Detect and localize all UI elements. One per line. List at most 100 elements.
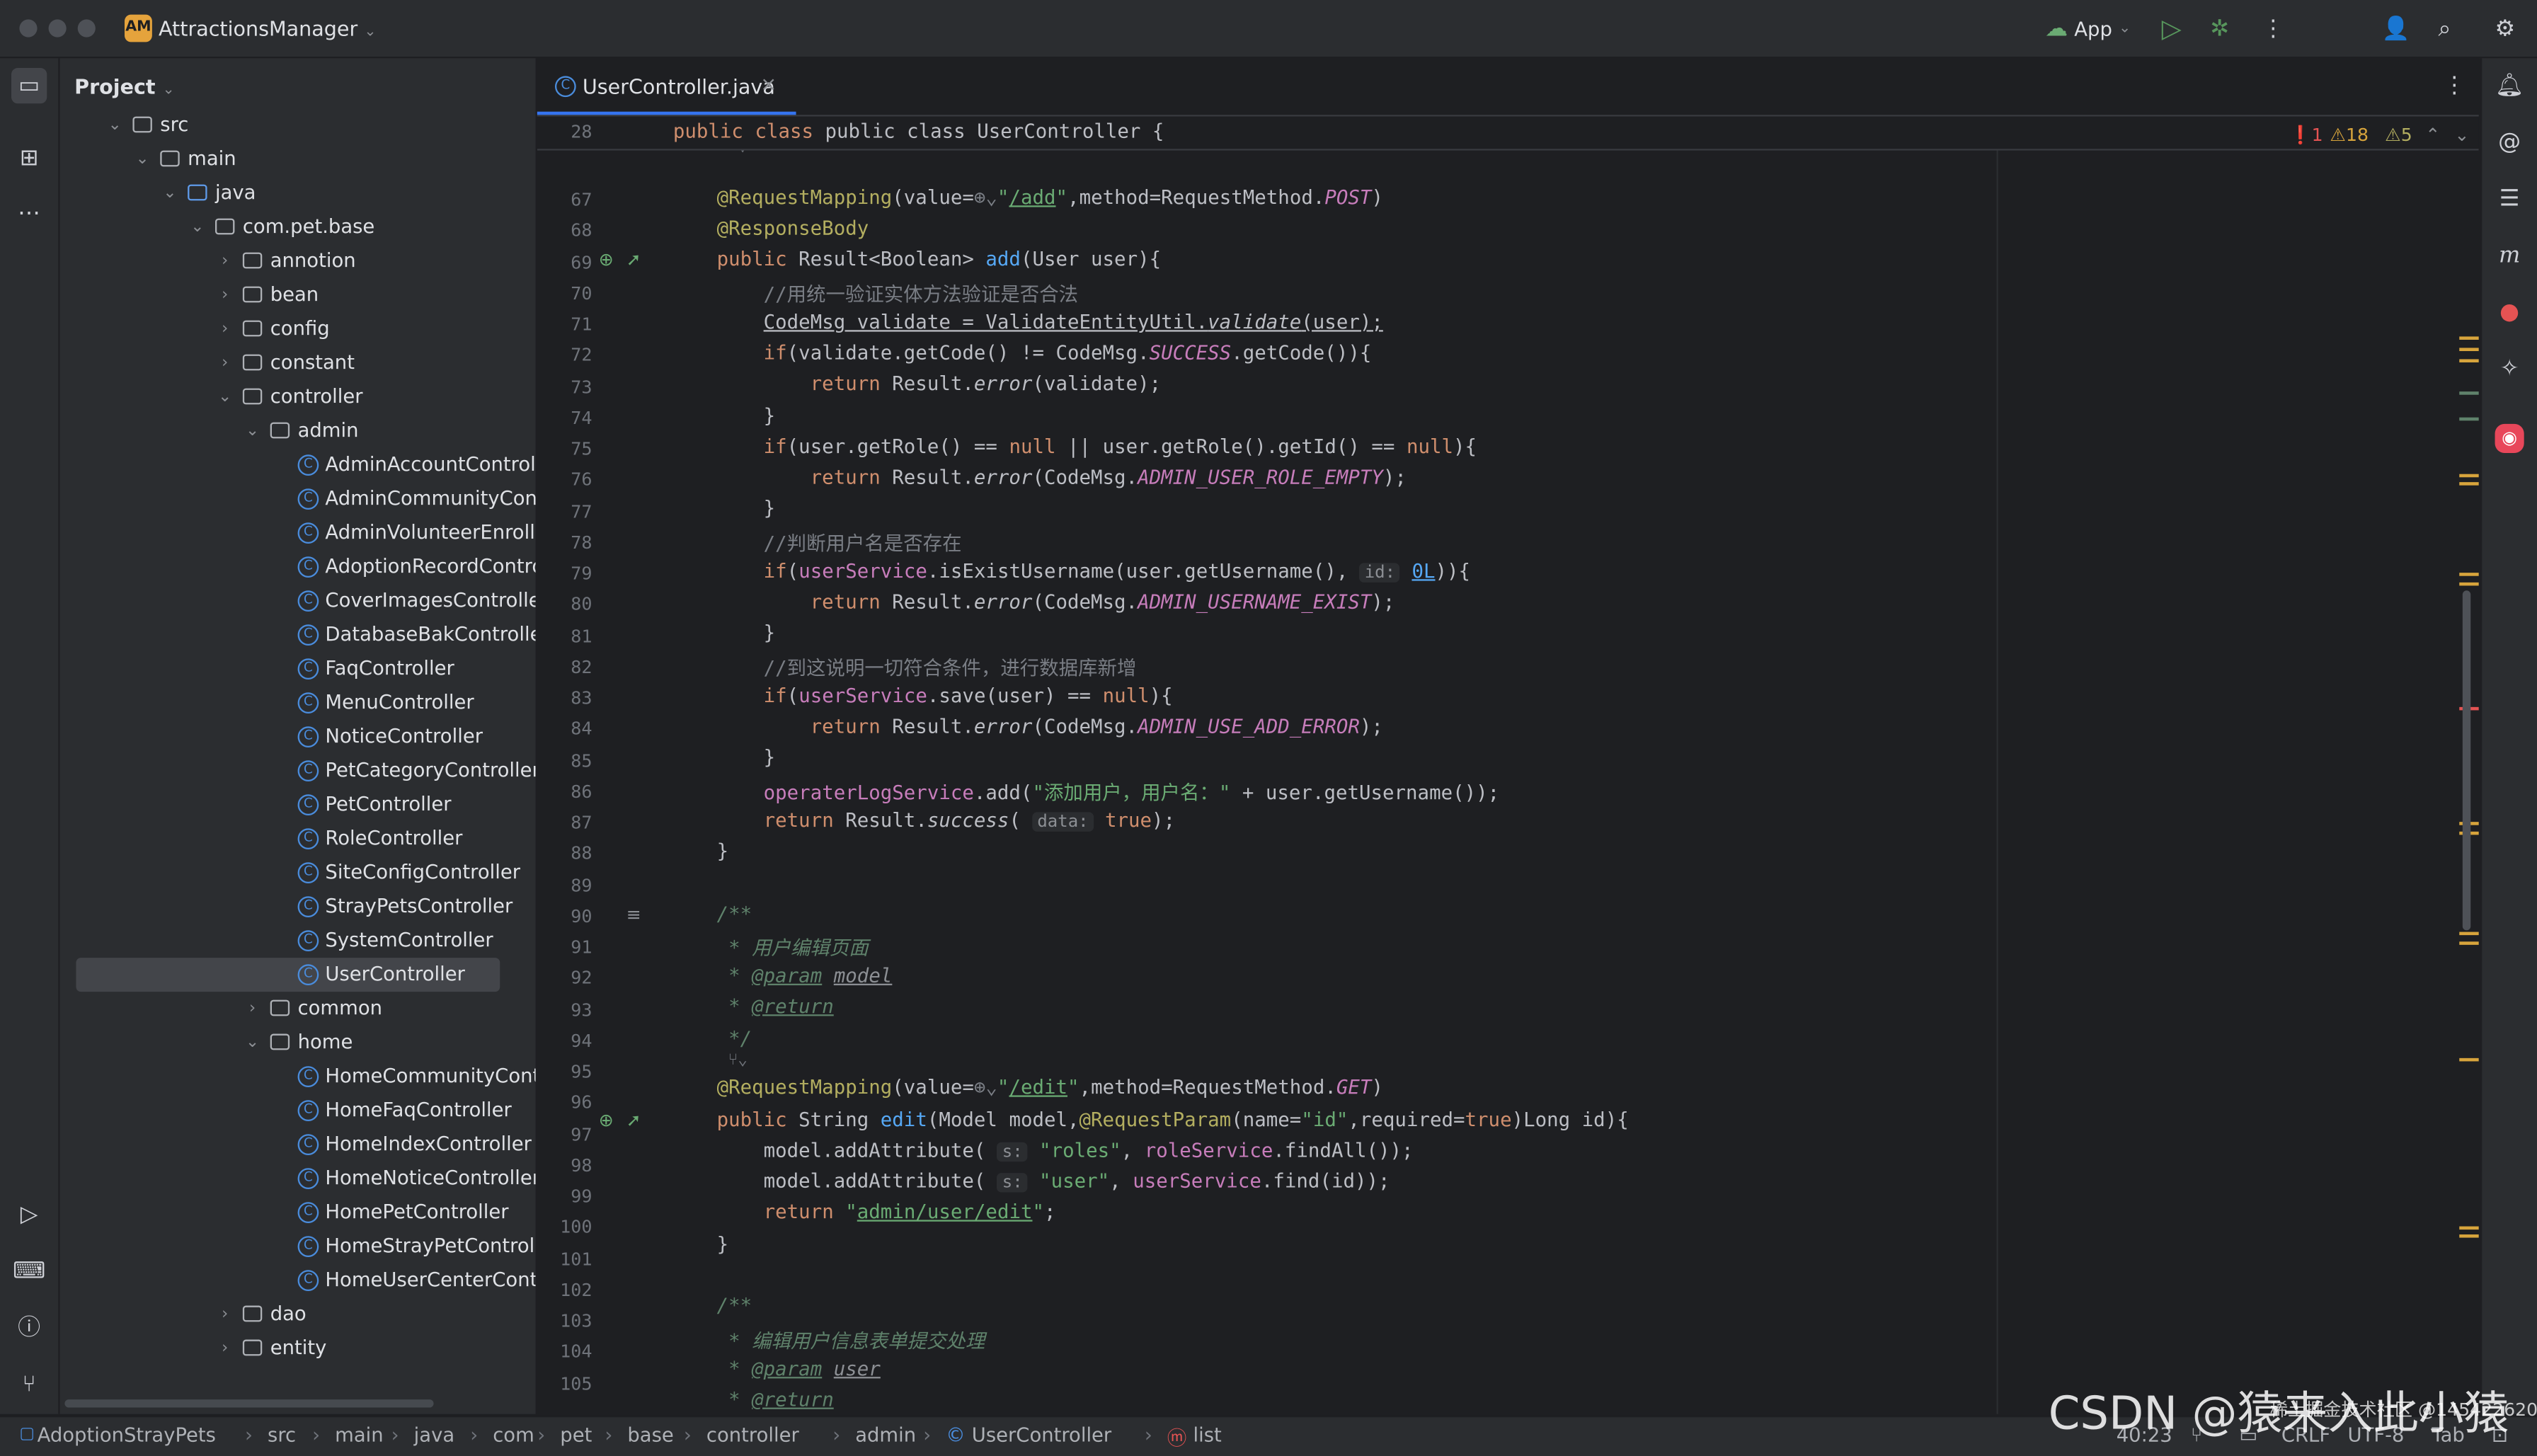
- breadcrumb-item[interactable]: controller: [706, 1423, 799, 1446]
- endpoint-icon[interactable]: ➚: [626, 249, 641, 270]
- minimize-window-button[interactable]: [48, 19, 67, 38]
- tree-item-class[interactable]: C PetCategoryController: [60, 754, 536, 788]
- tree-item-class[interactable]: C SiteConfigController: [60, 856, 536, 890]
- code-editor[interactable]: 28 public class public class UserControl…: [537, 116, 2479, 1414]
- tree-item-class[interactable]: C SystemController: [60, 924, 536, 958]
- chevron-right-icon[interactable]: ›: [215, 1331, 234, 1365]
- tree-item-folder[interactable]: ⌄ src: [60, 108, 536, 142]
- stripe-marker[interactable]: [2459, 359, 2479, 362]
- stripe-marker[interactable]: [2459, 932, 2479, 936]
- stripe-marker[interactable]: [2459, 941, 2479, 945]
- breadcrumb-item[interactable]: admin: [855, 1423, 916, 1446]
- tree-item-class[interactable]: C FaqController: [60, 652, 536, 686]
- project-tool-icon[interactable]: ▭: [11, 67, 47, 104]
- more-tools-icon[interactable]: ⋯: [11, 196, 47, 231]
- plugin-icon[interactable]: ●: [2492, 294, 2527, 330]
- tab-user-controller[interactable]: C UserController.java ×: [537, 58, 796, 115]
- tree-item-class[interactable]: C AdoptionRecordContro: [60, 550, 536, 584]
- maven-icon[interactable]: m: [2492, 238, 2527, 273]
- app-plugin-icon[interactable]: ◉: [2495, 423, 2524, 453]
- notifications-icon[interactable]: 🔔︎: [2492, 68, 2527, 103]
- prev-highlight-icon[interactable]: ⌃: [2425, 125, 2440, 146]
- editor-more-icon[interactable]: ⋮: [2443, 73, 2466, 99]
- problems-tool-icon[interactable]: ⓘ: [11, 1310, 47, 1346]
- tree-item-folder[interactable]: ⌄ main: [60, 142, 536, 176]
- stripe-marker[interactable]: [2459, 417, 2479, 421]
- endpoint-icon[interactable]: ➚: [626, 1110, 641, 1131]
- project-badge[interactable]: AM: [124, 14, 152, 42]
- tree-item-folder[interactable]: ⌄ com.pet.base: [60, 210, 536, 244]
- weak-warning-count-icon[interactable]: ⚠5: [2385, 125, 2412, 146]
- add-user-icon[interactable]: 👤: [2382, 16, 2410, 42]
- gradle-icon[interactable]: ✧: [2492, 351, 2527, 386]
- more-actions-icon[interactable]: ⋮: [2262, 16, 2284, 42]
- sticky-header[interactable]: 28 public class public class UserControl…: [537, 116, 2479, 151]
- tree-item-class[interactable]: C HomeUserCenterContr: [60, 1263, 536, 1297]
- tree-item-class[interactable]: C HomeCommunityContr: [60, 1060, 536, 1094]
- tree-item-folder[interactable]: › bean: [60, 278, 536, 312]
- tree-item-class[interactable]: C AdminCommunityContr: [60, 482, 536, 516]
- run-icon[interactable]: ▷: [2162, 13, 2182, 43]
- chevron-right-icon[interactable]: ›: [215, 312, 234, 346]
- breadcrumb-item[interactable]: com: [493, 1423, 534, 1446]
- tree-item-class[interactable]: C HomeIndexController: [60, 1128, 536, 1162]
- tree-item-class[interactable]: C HomeFaqController: [60, 1094, 536, 1128]
- tree-item-class[interactable]: C UserController: [76, 958, 500, 992]
- tree-item-class[interactable]: C AdminAccountControlle: [60, 448, 536, 482]
- chevron-right-icon[interactable]: ›: [243, 992, 262, 1026]
- tree-item-class[interactable]: C StrayPetsController: [60, 890, 536, 924]
- maximize-window-button[interactable]: [77, 19, 96, 38]
- stripe-marker[interactable]: [2459, 1057, 2479, 1062]
- project-panel-title[interactable]: Project ⌄: [74, 74, 175, 98]
- chevron-down-icon[interactable]: ⌄: [160, 176, 179, 210]
- chevron-right-icon[interactable]: ›: [215, 278, 234, 312]
- chevron-right-icon[interactable]: ›: [215, 346, 234, 380]
- next-highlight-icon[interactable]: ⌄: [2454, 125, 2469, 146]
- stripe-marker[interactable]: [2459, 1226, 2479, 1230]
- tree-item-folder[interactable]: › constant: [60, 346, 536, 380]
- breadcrumb-item[interactable]: src: [268, 1423, 296, 1446]
- breadcrumb-item[interactable]: pet: [560, 1423, 592, 1446]
- breadcrumb-item[interactable]: java: [414, 1423, 454, 1446]
- database-icon[interactable]: ☰: [2492, 181, 2527, 217]
- chevron-down-icon[interactable]: ⌄: [243, 414, 262, 448]
- chevron-right-icon[interactable]: ›: [215, 244, 234, 278]
- stripe-marker[interactable]: [2459, 348, 2479, 351]
- tree-horizontal-scrollbar[interactable]: [64, 1399, 434, 1408]
- stripe-marker[interactable]: [2459, 336, 2479, 340]
- stripe-marker[interactable]: [2459, 482, 2479, 486]
- tree-item-class[interactable]: C AdminVolunteerEnrollC: [60, 516, 536, 550]
- breadcrumb-item[interactable]: AdoptionStrayPets: [38, 1423, 216, 1446]
- close-window-button[interactable]: [19, 19, 38, 38]
- chevron-down-icon[interactable]: ⌄: [188, 210, 207, 244]
- tree-item-class[interactable]: C NoticeController: [60, 720, 536, 754]
- tree-item-class[interactable]: C RoleController: [60, 822, 536, 856]
- warning-count-icon[interactable]: ⚠18: [2330, 125, 2369, 146]
- chevron-down-icon[interactable]: ⌄: [105, 108, 125, 142]
- tree-item-class[interactable]: C HomeNoticeController: [60, 1162, 536, 1196]
- editor-scrollbar[interactable]: [2462, 590, 2471, 931]
- run-tool-icon[interactable]: ▷: [11, 1197, 47, 1232]
- breadcrumb-item[interactable]: main: [335, 1423, 384, 1446]
- chevron-down-icon[interactable]: ⌄: [132, 142, 151, 176]
- doc-render-icon[interactable]: ≡: [626, 905, 641, 926]
- debug-icon[interactable]: ✲: [2210, 16, 2229, 42]
- tree-item-folder[interactable]: ⌄ home: [60, 1026, 536, 1060]
- tree-item-class[interactable]: C CoverImagesController: [60, 584, 536, 618]
- tree-item-class[interactable]: C PetController: [60, 788, 536, 822]
- tree-item-folder[interactable]: ⌄ java: [60, 176, 536, 210]
- stripe-marker[interactable]: [2459, 573, 2479, 576]
- close-tab-icon[interactable]: ×: [760, 73, 777, 96]
- tree-item-folder[interactable]: ⌄ admin: [60, 414, 536, 448]
- breadcrumb-item[interactable]: base: [627, 1423, 673, 1446]
- tree-item-folder[interactable]: ⌄ controller: [60, 380, 536, 414]
- chevron-down-icon[interactable]: ⌄: [215, 380, 234, 414]
- stripe-marker[interactable]: [2459, 582, 2479, 586]
- git-tool-icon[interactable]: ⑂: [11, 1367, 47, 1402]
- run-config-selector[interactable]: ☁ App ⌄: [2045, 0, 2131, 57]
- fold-hint[interactable]: ⑂⌄: [728, 1052, 748, 1070]
- bean-icon[interactable]: ⊕: [599, 249, 614, 270]
- tree-item-class[interactable]: C DatabaseBakController: [60, 618, 536, 652]
- stripe-marker[interactable]: [2459, 474, 2479, 478]
- terminal-tool-icon[interactable]: ⌨: [11, 1254, 47, 1289]
